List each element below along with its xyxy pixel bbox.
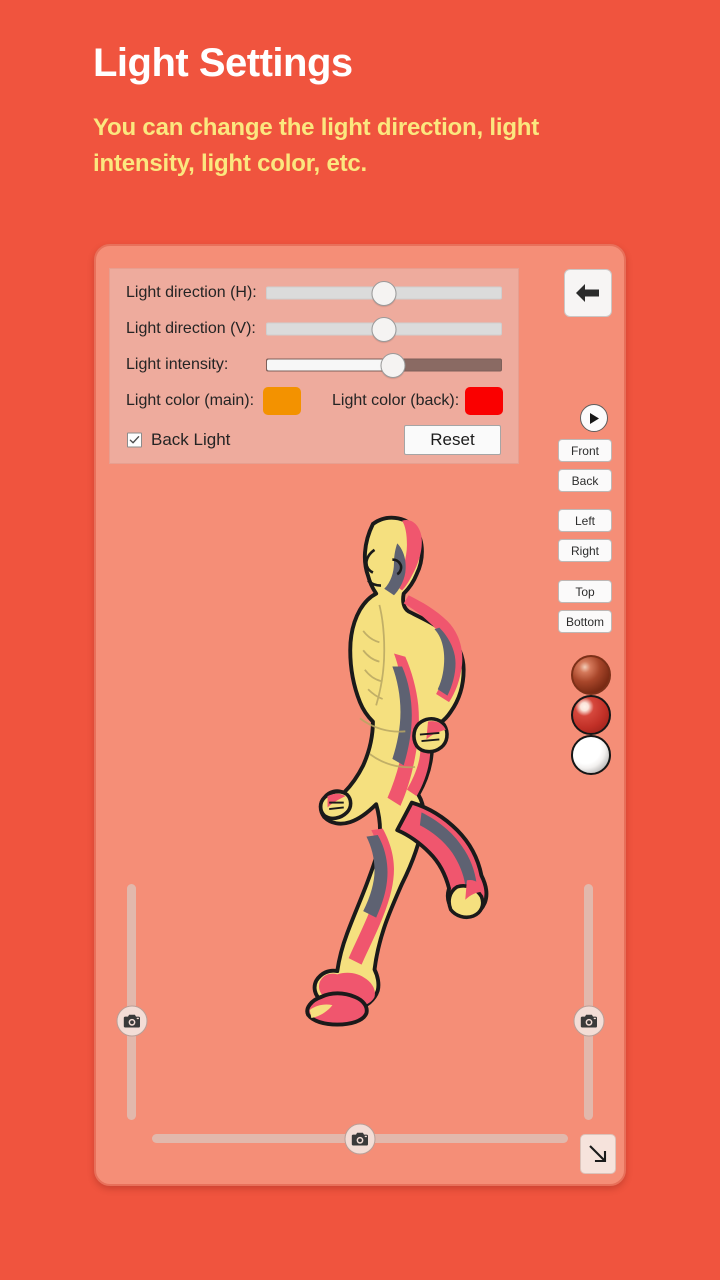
view-button-bottom[interactable]: Bottom — [558, 610, 612, 633]
setting-row-light-intensity: Light intensity: — [110, 347, 518, 383]
material-sphere-glossy[interactable] — [571, 655, 611, 695]
view-button-top[interactable]: Top — [558, 580, 612, 603]
back-button[interactable] — [564, 269, 612, 317]
material-sphere-matte[interactable] — [571, 695, 611, 735]
play-icon — [590, 412, 599, 424]
setting-row-light-direction-v: Light direction (V): — [110, 311, 518, 347]
view-button-left[interactable]: Left — [558, 509, 612, 532]
setting-row-light-direction-h: Light direction (H): — [110, 275, 518, 311]
view-button-front[interactable]: Front — [558, 439, 612, 462]
checkmark-icon — [129, 436, 140, 444]
app-screenshot: Light Settings You can change the light … — [0, 0, 720, 1280]
light-intensity-thumb[interactable] — [380, 352, 406, 378]
back-light-label: Back Light — [151, 430, 231, 449]
camera-icon — [123, 1014, 140, 1028]
material-sphere-white[interactable] — [571, 735, 611, 775]
setting-row-light-colors: Light color (main): Light color (back): — [110, 383, 518, 419]
app-device-panel: Light direction (H): Light direction (V)… — [94, 244, 626, 1186]
camera-icon — [351, 1132, 368, 1145]
light-color-main-label: Light color (main): — [126, 392, 255, 409]
view-button-right[interactable]: Right — [558, 539, 612, 562]
play-expand-button[interactable] — [580, 404, 608, 432]
light-settings-popup: Light direction (H): Light direction (V)… — [109, 268, 519, 464]
page-title: Light Settings — [93, 41, 353, 85]
light-color-back-swatch[interactable] — [465, 387, 503, 415]
right-slider-camera-thumb[interactable] — [573, 1005, 604, 1037]
bottom-horizontal-slider[interactable] — [152, 1123, 568, 1154]
right-vertical-slider[interactable] — [573, 884, 604, 1120]
light-direction-h-thumb[interactable] — [371, 280, 397, 306]
view-button-back[interactable]: Back — [558, 469, 612, 492]
resize-handle-button[interactable] — [580, 1134, 616, 1174]
bottom-slider-camera-thumb[interactable] — [344, 1123, 376, 1154]
light-intensity-fill — [267, 359, 394, 371]
light-intensity-slider[interactable] — [266, 352, 502, 378]
back-light-checkbox[interactable] — [127, 432, 142, 448]
left-slider-camera-thumb[interactable] — [116, 1005, 147, 1037]
back-arrow-icon — [576, 284, 599, 302]
page-subtitle: You can change the light direction, ligh… — [93, 114, 540, 177]
light-direction-v-thumb[interactable] — [371, 316, 397, 342]
camera-icon — [580, 1014, 597, 1028]
light-color-main-swatch[interactable] — [263, 387, 301, 415]
light-direction-v-label: Light direction (V): — [126, 320, 256, 337]
light-direction-h-label: Light direction (H): — [126, 284, 257, 301]
resize-diagonal-icon — [589, 1145, 607, 1163]
light-direction-h-slider[interactable] — [266, 280, 502, 306]
light-intensity-label: Light intensity: — [126, 356, 229, 373]
left-vertical-slider[interactable] — [116, 884, 147, 1120]
light-direction-v-slider[interactable] — [266, 316, 502, 342]
light-color-back-label: Light color (back): — [332, 392, 460, 409]
setting-row-backlight-reset: Back Light Reset — [110, 421, 518, 459]
reset-button[interactable]: Reset — [404, 425, 501, 455]
